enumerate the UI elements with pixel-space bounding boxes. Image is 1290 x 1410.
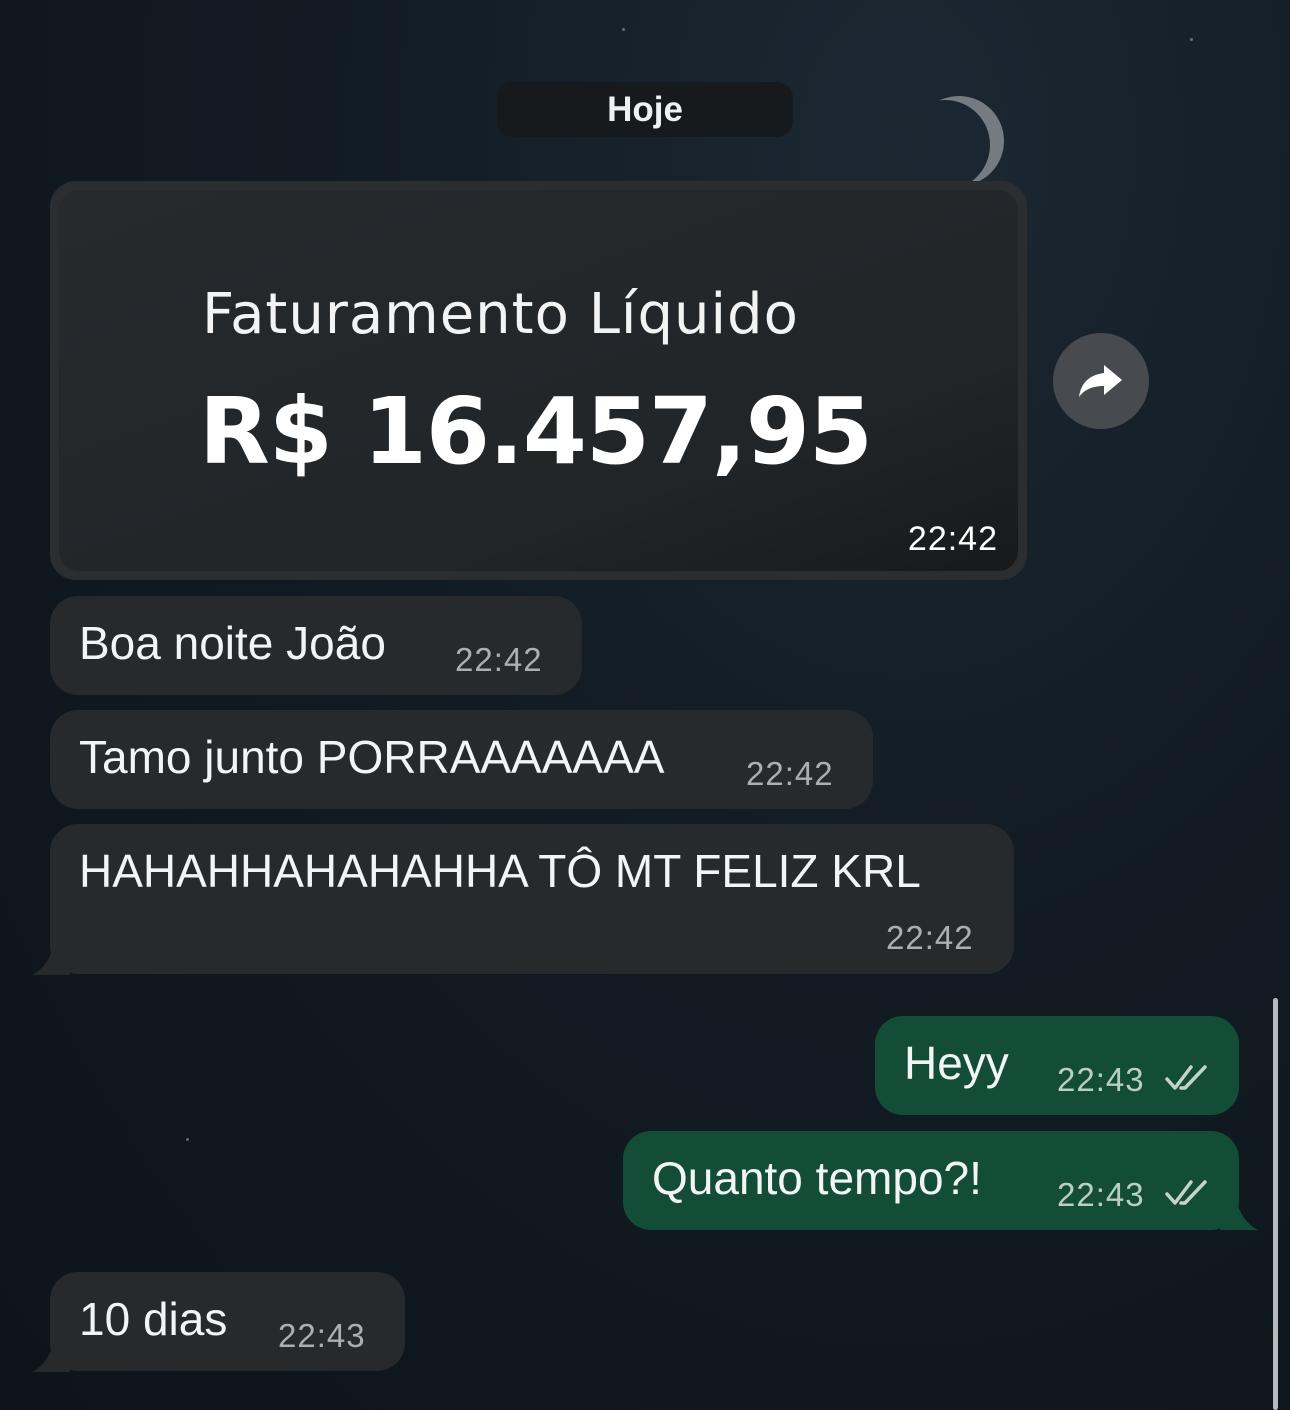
- outgoing-message[interactable]: Heyy 22:43: [875, 1016, 1239, 1115]
- media-image[interactable]: Faturamento Líquido R$ 16.457,95 22:42: [59, 190, 1018, 571]
- forward-button[interactable]: [1053, 333, 1149, 429]
- background-star: [1190, 38, 1193, 41]
- message-time: 22:42: [746, 755, 834, 792]
- incoming-message[interactable]: Tamo junto PORRAAAAAAA 22:42: [50, 710, 873, 809]
- outgoing-message[interactable]: Quanto tempo?! 22:43: [623, 1131, 1239, 1230]
- message-text: 10 dias: [79, 1293, 228, 1345]
- incoming-message[interactable]: HAHAHHAHAHAHHA TÔ MT FELIZ KRL 22:42: [50, 824, 1014, 974]
- message-time: 22:42: [886, 919, 974, 956]
- message-time: 22:43: [1057, 1061, 1145, 1098]
- message-time: 22:42: [455, 641, 543, 678]
- message-text: Tamo junto PORRAAAAAAA: [79, 731, 665, 783]
- background-star: [186, 1138, 189, 1141]
- message-text: Quanto tempo?!: [652, 1152, 982, 1204]
- message-time: 22:42: [907, 520, 998, 558]
- message-text: Heyy: [904, 1037, 1009, 1089]
- double-check-icon: [1165, 1180, 1207, 1205]
- message-text: Boa noite João: [79, 617, 386, 669]
- message-text: HAHAHHAHAHAHHA TÔ MT FELIZ KRL: [79, 845, 921, 897]
- background-star: [622, 28, 625, 31]
- media-message[interactable]: Faturamento Líquido R$ 16.457,95 22:42: [50, 181, 1027, 580]
- double-check-icon: [1165, 1065, 1207, 1090]
- revenue-value: R$ 16.457,95: [199, 378, 873, 485]
- incoming-message[interactable]: 10 dias 22:43: [50, 1272, 405, 1371]
- revenue-label: Faturamento Líquido: [202, 282, 799, 347]
- incoming-message[interactable]: Boa noite João 22:42: [50, 596, 582, 695]
- date-separator: Hoje: [497, 82, 793, 137]
- message-time: 22:43: [278, 1317, 366, 1354]
- forward-arrow-icon: [1079, 365, 1122, 397]
- chat-scrollbar[interactable]: [1273, 998, 1278, 1410]
- background-moon: [900, 100, 990, 190]
- message-time: 22:43: [1057, 1176, 1145, 1213]
